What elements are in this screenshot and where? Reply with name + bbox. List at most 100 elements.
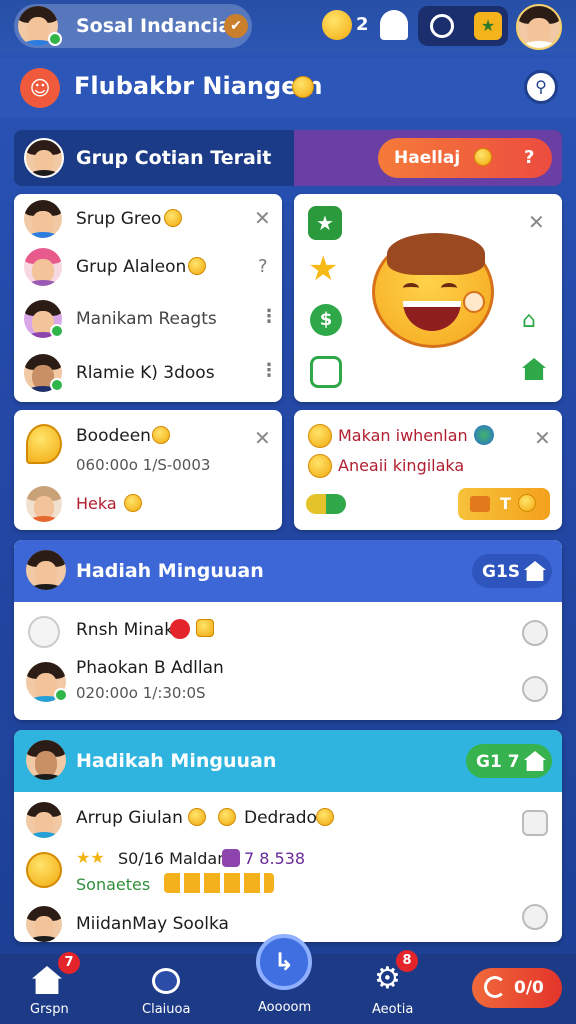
record-icon xyxy=(170,619,190,639)
promo-button-label: T xyxy=(500,494,511,513)
item-coin-icon xyxy=(164,209,182,227)
title-bar: ☺ Flubakbr Niangem ⚲ xyxy=(0,58,576,118)
heart-icon xyxy=(222,849,240,867)
nav-item-groups[interactable]: 7 Grspn xyxy=(18,952,80,1020)
weekly-header-2: Hadikah Minguuan G1 7 xyxy=(14,730,562,792)
big-smile-emoji xyxy=(372,233,494,348)
home-filled-icon[interactable] xyxy=(522,358,546,380)
online-dot xyxy=(50,324,64,338)
lock-icon[interactable] xyxy=(522,676,548,702)
emoji-feature-card: ★ ★ $ ✕ ⌂ xyxy=(294,194,562,402)
weekly1-row-label[interactable]: Phaokan B Adllan xyxy=(76,658,224,678)
banner-avatar xyxy=(24,138,64,178)
title-coin-icon xyxy=(292,76,314,98)
group-item-label[interactable]: Grup Alaleon xyxy=(76,257,186,277)
row-coin-icon xyxy=(218,808,236,826)
weekly1-row-sub: 020:00o 1/:30:0S xyxy=(76,684,206,702)
promo-smile-icon xyxy=(308,454,332,478)
group-list-card: Srup Greo ✕ Grup Alaleon ? Manikam Reagt… xyxy=(14,194,282,402)
nav-item-settings[interactable]: ⚙ 8 Aeotia xyxy=(362,950,422,1020)
stars-icon: ★★ xyxy=(76,848,105,867)
nav-label: Grspn xyxy=(30,1002,69,1017)
user-outline-icon[interactable] xyxy=(522,620,548,646)
promo-line-1: Makan iwhenlan xyxy=(338,426,468,445)
weekly-title-2: Hadikah Minguuan xyxy=(76,750,277,772)
close-icon[interactable]: ✕ xyxy=(254,426,271,450)
weekly2-row-avatar xyxy=(26,802,62,838)
center-action-icon: ↳ xyxy=(256,934,312,990)
weekly-avatar-2 xyxy=(26,740,66,780)
banner-action-button[interactable]: Haellaj ? xyxy=(378,138,552,178)
badges-icon xyxy=(306,494,346,514)
reward-items-icon xyxy=(164,873,274,893)
nav-pill-button[interactable]: 0/0 xyxy=(472,968,562,1008)
close-icon[interactable]: ✕ xyxy=(528,210,545,234)
badge-text: G1 7 xyxy=(476,752,520,772)
banner-title: Grup Cotian Terait xyxy=(76,147,272,169)
promo-line-2: Aneaii kingilaka xyxy=(338,456,465,475)
weekly1-row-label[interactable]: Rnsh Minak xyxy=(76,620,174,640)
nav-item-claims[interactable]: Claiuoa xyxy=(138,956,198,1020)
banner-action-suffix: ? xyxy=(524,147,535,168)
promo-card: Makan iwhenlan ✕ Aneaii kingilaka T xyxy=(294,410,562,530)
action-coin-icon xyxy=(474,148,492,166)
weekly2-row-value: 7 8.538 xyxy=(244,849,306,868)
app-logo-icon: ☺ xyxy=(20,68,60,108)
pin-emoji-icon xyxy=(26,424,62,464)
promo-coin-icon xyxy=(518,494,536,512)
nav-label: Claiuoa xyxy=(142,1002,191,1017)
row-coin-icon xyxy=(316,808,334,826)
promo-smile-icon xyxy=(308,424,332,448)
row-coin-icon xyxy=(188,808,206,826)
nav-badge: 8 xyxy=(396,950,418,972)
weekly-header-1: Hadiah Minguuan G1S xyxy=(14,540,562,602)
weekly-badge-1[interactable]: G1S xyxy=(472,554,552,588)
calendar-icon[interactable] xyxy=(310,356,342,388)
weekly-badge-2[interactable]: G1 7 xyxy=(466,744,552,778)
weekly-reward-card-1: Hadiah Minguuan G1S Rnsh Minak Phaokan B… xyxy=(14,540,562,720)
ring-icon[interactable] xyxy=(430,14,454,38)
lock-icon[interactable] xyxy=(522,904,548,930)
green-star-icon[interactable]: ★ xyxy=(308,206,342,240)
dollar-icon[interactable]: $ xyxy=(310,304,342,336)
promo-button[interactable]: T xyxy=(458,488,550,520)
nav-item-center[interactable]: ↳ Aoooom xyxy=(254,934,314,1020)
search-icon[interactable]: ⚲ xyxy=(524,70,558,104)
weekly-avatar-1 xyxy=(26,550,66,590)
list-avatar-1 xyxy=(24,200,62,238)
notice-avatar xyxy=(26,486,62,522)
status-toggle-group: ★ xyxy=(418,6,508,46)
lock-icon[interactable] xyxy=(522,810,548,836)
gold-star-icon[interactable]: ★ xyxy=(308,252,338,286)
home-icon[interactable]: ⌂ xyxy=(522,308,536,333)
weekly-title-1: Hadiah Minguuan xyxy=(76,560,264,582)
nav-label: Aoooom xyxy=(258,1000,312,1015)
home-icon xyxy=(524,561,546,581)
group-item-label[interactable]: Srup Greo xyxy=(76,209,161,229)
weekly2-row-label[interactable]: S0/16 Maldan xyxy=(118,849,227,868)
refresh-icon xyxy=(484,976,506,998)
check-badge-icon: ✔ xyxy=(224,14,248,38)
ghost-icon[interactable] xyxy=(380,10,408,40)
online-dot xyxy=(50,378,64,392)
more-menu-icon[interactable]: ⋮ xyxy=(260,360,278,381)
profile-avatar[interactable] xyxy=(516,4,562,50)
nav-label: Aeotia xyxy=(372,1002,414,1017)
notice-subtitle: 060:00o 1/S-0003 xyxy=(76,456,211,474)
help-glyph[interactable]: ? xyxy=(258,256,268,277)
notice-title: Boodeen xyxy=(76,426,151,446)
more-menu-icon[interactable]: ⋮ xyxy=(260,306,278,327)
smile-emoji-icon xyxy=(26,852,62,888)
star-badge-icon[interactable]: ★ xyxy=(474,12,502,40)
close-icon[interactable]: ✕ xyxy=(254,206,271,230)
user-pill[interactable]: Sosal Indancia ✔ xyxy=(14,4,252,48)
doc-icon xyxy=(28,616,60,648)
group-item-label[interactable]: Manikam Reagts xyxy=(76,309,217,329)
weekly2-row-label[interactable]: MiidanMay Soolka xyxy=(76,914,229,934)
notice-card: Boodeen ✕ 060:00o 1/S-0003 Heka xyxy=(14,410,282,530)
home-icon xyxy=(32,966,62,994)
globe-icon xyxy=(474,425,494,445)
group-item-label[interactable]: Rlamie K) 3doos xyxy=(76,363,215,383)
close-icon[interactable]: ✕ xyxy=(534,426,551,450)
weekly2-row-label[interactable]: Arrup Giulan xyxy=(76,808,183,828)
